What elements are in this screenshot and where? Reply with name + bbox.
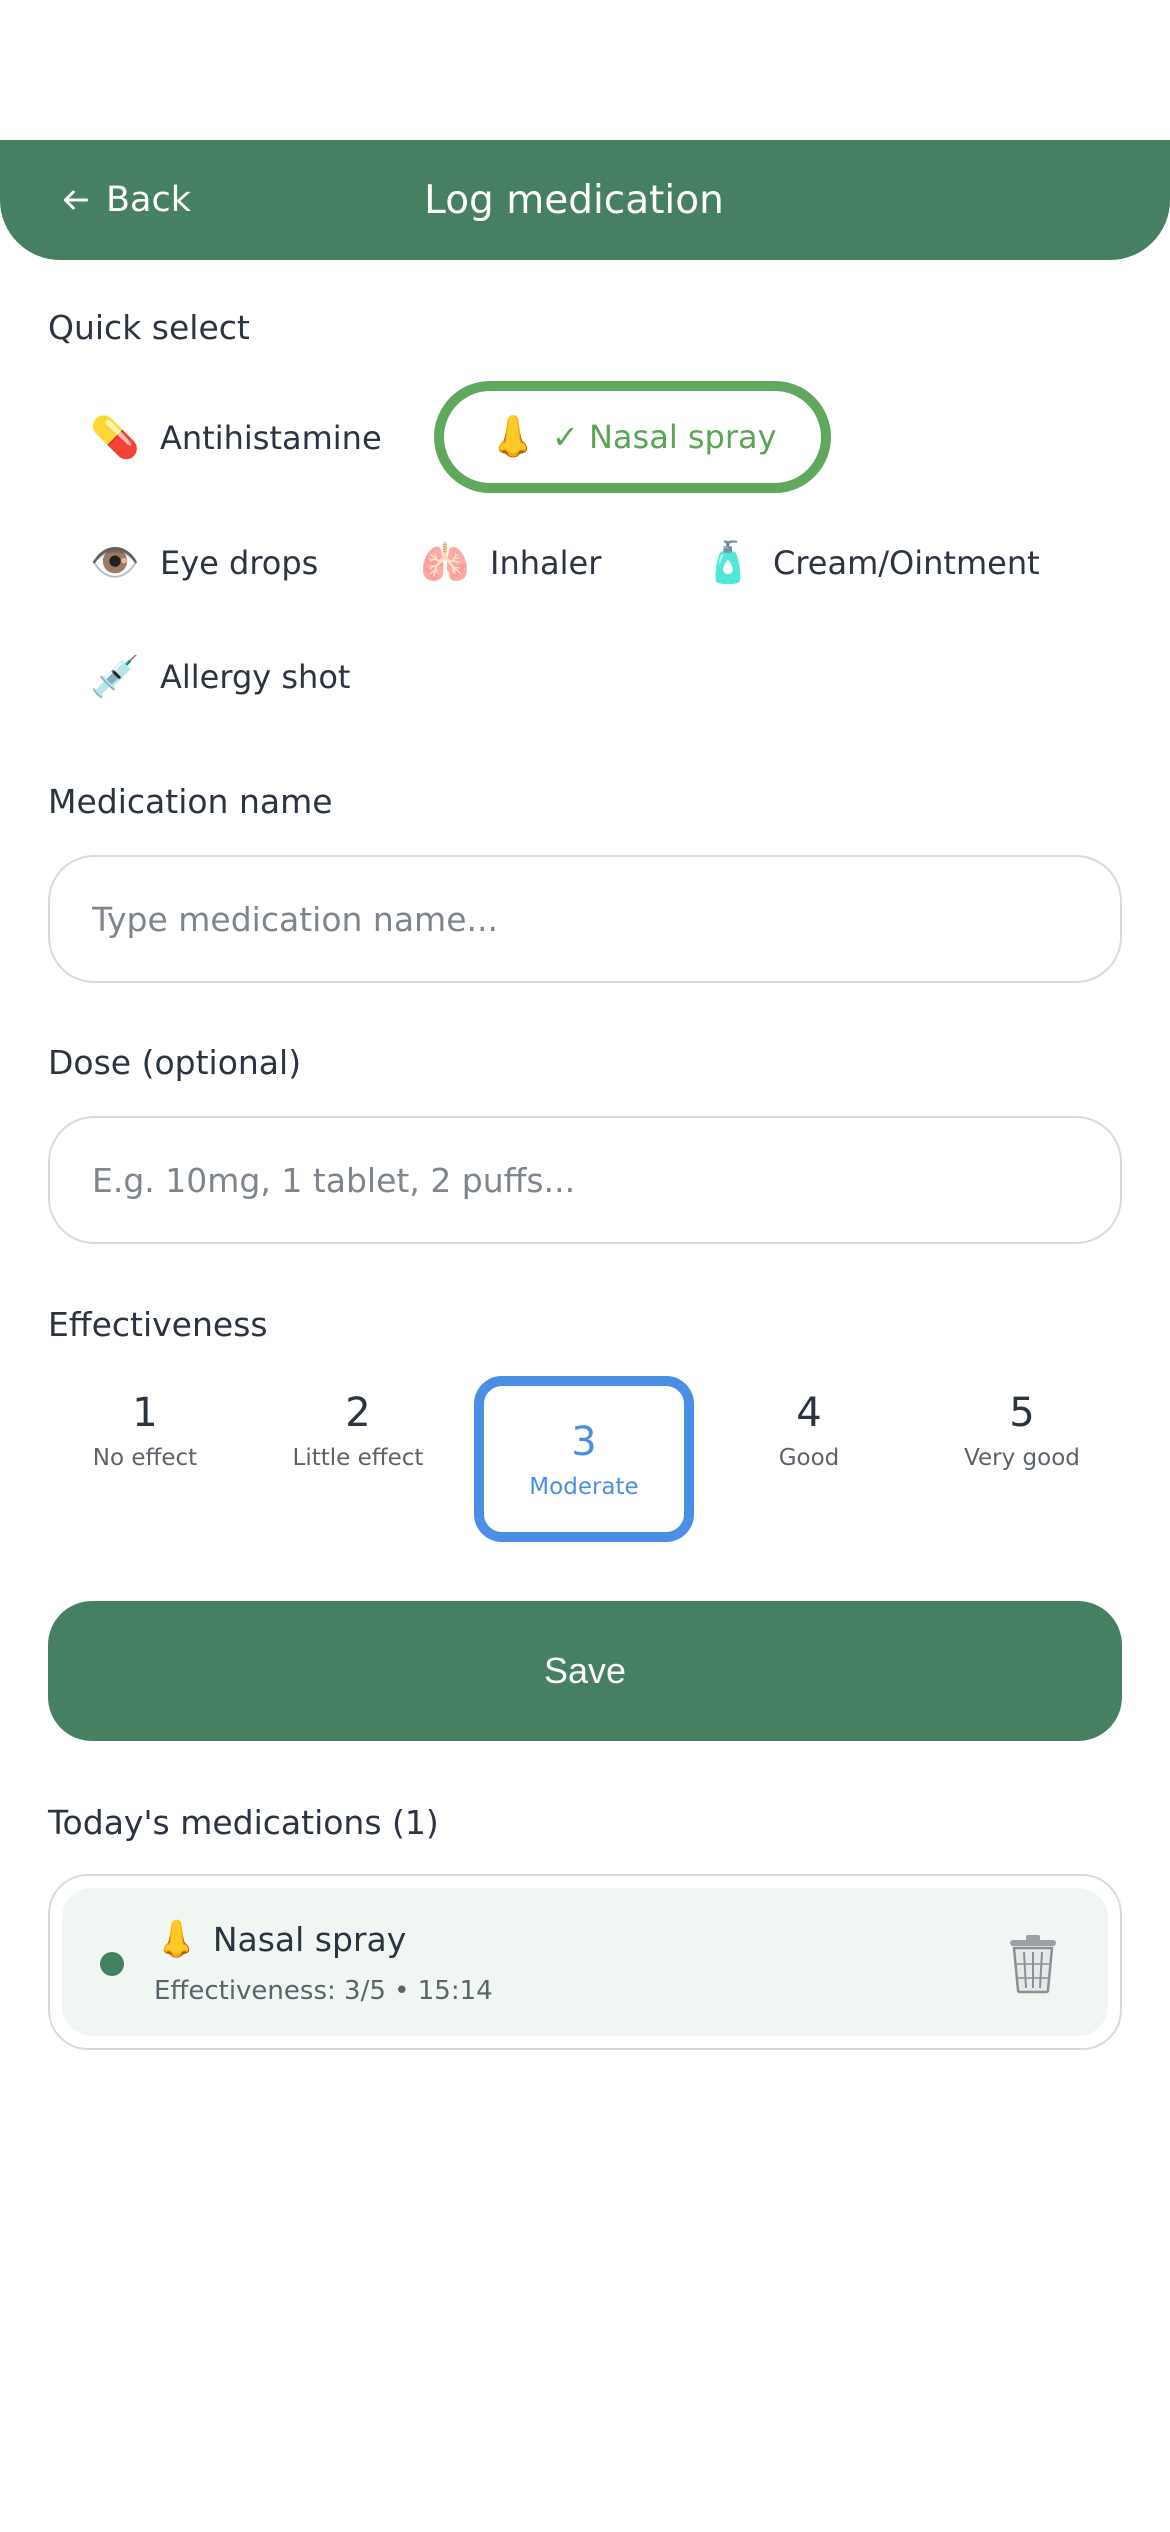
medication-entry-name: 👃 Nasal spray [154, 1918, 406, 1960]
todays-medications-label: Today's medications (1) [48, 1803, 439, 1842]
effectiveness-option-3[interactable]: 3 Moderate [474, 1376, 694, 1542]
save-button[interactable]: Save [48, 1601, 1122, 1741]
rating-label: No effect [92, 1445, 198, 1471]
dose-label: Dose (optional) [48, 1043, 302, 1082]
quick-select-label: Quick select [48, 308, 250, 347]
medication-name-label: Medication name [48, 782, 333, 821]
chip-label: Eye drops [160, 544, 319, 582]
medication-entry-label: Nasal spray [212, 1919, 407, 1959]
lungs-icon: 🫁 [420, 540, 470, 586]
rating-label: Moderate [529, 1474, 639, 1500]
chip-label: Allergy shot [160, 658, 351, 696]
rating-label: Little effect [292, 1445, 424, 1471]
lotion-bottle-icon: 🧴 [703, 540, 753, 586]
syringe-icon: 💉 [90, 654, 140, 700]
quick-select-eye-drops[interactable]: 👁️ Eye drops [90, 513, 318, 613]
list-item: 👃 Nasal spray Effectiveness: 3/5 • 15:14 [62, 1888, 1108, 2036]
quick-select-nasal-spray[interactable]: 👃 ✓ Nasal spray [434, 381, 831, 493]
nose-icon: 👃 [154, 1919, 199, 1960]
app-header: Back Log medication [0, 140, 1170, 260]
quick-select-inhaler[interactable]: 🫁 Inhaler [420, 513, 601, 613]
effectiveness-option-1[interactable]: 1 No effect [45, 1355, 245, 1505]
status-dot [100, 1952, 124, 1976]
dose-field[interactable] [48, 1116, 1122, 1244]
rating-number: 4 [796, 1390, 822, 1436]
trash-icon[interactable] [1006, 1934, 1060, 1994]
rating-number: 5 [1009, 1390, 1035, 1436]
nose-icon: 👃 [488, 414, 538, 460]
quick-select-antihistamine[interactable]: 💊 Antihistamine [90, 388, 382, 488]
rating-number: 2 [345, 1390, 371, 1436]
medication-name-field[interactable] [48, 855, 1122, 983]
effectiveness-option-2[interactable]: 2 Little effect [258, 1355, 458, 1505]
chip-label: Antihistamine [160, 419, 382, 457]
medication-name-input[interactable] [92, 857, 1078, 981]
rating-label: Good [778, 1445, 840, 1471]
chip-label: Inhaler [490, 544, 602, 582]
todays-medications-list: 👃 Nasal spray Effectiveness: 3/5 • 15:14 [48, 1874, 1122, 2050]
quick-select-allergy-shot[interactable]: 💉 Allergy shot [90, 627, 350, 727]
rating-label: Very good [964, 1445, 1080, 1471]
effectiveness-label: Effectiveness [48, 1305, 268, 1344]
eye-icon: 👁️ [90, 540, 140, 586]
effectiveness-option-4[interactable]: 4 Good [709, 1355, 909, 1505]
page-title: Log medication [424, 177, 724, 223]
chip-label: Cream/Ointment [773, 544, 1040, 582]
rating-number: 3 [571, 1419, 597, 1465]
chip-label: ✓ Nasal spray [552, 418, 777, 456]
medication-entry-meta: Effectiveness: 3/5 • 15:14 [154, 1976, 493, 2006]
quick-select-cream-ointment[interactable]: 🧴 Cream/Ointment [703, 513, 1040, 613]
rating-number: 1 [132, 1390, 158, 1436]
pill-icon: 💊 [90, 415, 140, 461]
dose-input[interactable] [92, 1118, 1078, 1242]
effectiveness-option-5[interactable]: 5 Very good [922, 1355, 1122, 1505]
